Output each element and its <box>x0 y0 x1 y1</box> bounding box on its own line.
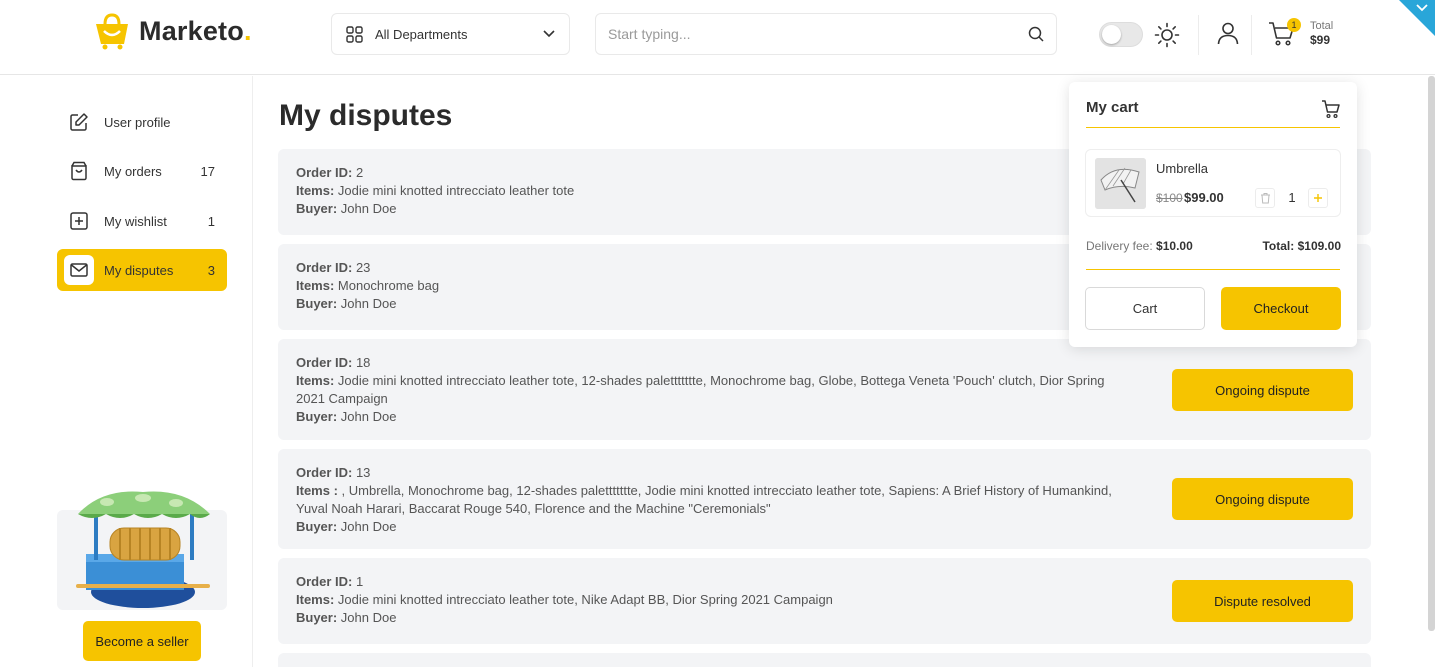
cart-item-quantity: 1 <box>1288 190 1296 205</box>
chevron-down-icon <box>543 30 555 38</box>
mail-icon <box>64 255 94 285</box>
dispute-card: Order ID: 13 Items : , Umbrella, Monochr… <box>278 449 1371 549</box>
toggle-knob <box>1102 25 1121 44</box>
cart-popup-title: My cart <box>1086 99 1139 116</box>
sidebar-item-count: 17 <box>200 163 215 179</box>
plus-square-icon <box>69 211 89 231</box>
cart-count-badge: 1 <box>1287 18 1301 32</box>
shopping-bag-logo-icon <box>96 13 128 50</box>
ongoing-dispute-button[interactable]: Ongoing dispute <box>1172 369 1353 411</box>
search-input[interactable] <box>608 26 1028 42</box>
chevron-down-icon <box>1416 4 1428 12</box>
departments-label: All Departments <box>375 26 468 42</box>
search-icon[interactable] <box>1028 26 1044 42</box>
page-scrollbar[interactable] <box>1428 76 1435 631</box>
sidebar-item-my-orders[interactable]: My orders 17 <box>57 150 227 192</box>
dispute-details: Order ID: 23 Items: Monochrome bag Buyer… <box>296 259 1126 313</box>
cart-grand-total: Total: $109.00 <box>1262 239 1341 253</box>
divider <box>1086 127 1340 128</box>
cart-total[interactable]: Total $99 <box>1310 19 1333 47</box>
page-title: My disputes <box>279 99 453 132</box>
sidebar-item-my-disputes[interactable]: My disputes 3 <box>57 249 227 291</box>
search-bar <box>595 13 1057 55</box>
user-icon[interactable] <box>1216 21 1240 45</box>
page: Marketo. All Departments Start typing...… <box>0 0 1435 667</box>
cart-popup: My cart Umbrella $100 $99.00 1 Delivery … <box>1069 82 1357 347</box>
divider <box>1086 269 1340 270</box>
dispute-details: Order ID: 13 Items : , Umbrella, Monochr… <box>296 464 1126 536</box>
bag-icon <box>69 161 89 181</box>
sidebar-item-my-wishlist[interactable]: My wishlist 1 <box>57 200 227 242</box>
dispute-resolved-button[interactable]: Dispute resolved <box>1172 580 1353 622</box>
sidebar-item-label: My disputes <box>104 262 174 278</box>
items-line: Items: Jodie mini knotted intrecciato le… <box>296 592 833 607</box>
dispute-card: Order ID: 18 Items: Jodie mini knotted i… <box>278 339 1371 440</box>
increase-quantity-button[interactable] <box>1308 188 1328 208</box>
become-seller-button[interactable]: Become a seller <box>83 621 201 661</box>
dispute-card: Order ID: 1 Items: Jodie mini knotted in… <box>278 558 1371 644</box>
grid-icon <box>346 25 363 43</box>
product-thumbnail <box>1095 158 1146 209</box>
sidebar-item-count: 1 <box>207 213 215 229</box>
items-line: Items : , Umbrella, Monochrome bag, 12-s… <box>296 483 1112 516</box>
checkout-button[interactable]: Checkout <box>1221 287 1341 330</box>
remove-item-button[interactable] <box>1255 188 1275 208</box>
items-line: Items: Jodie mini knotted intrecciato le… <box>296 183 575 198</box>
sidebar-item-label: My wishlist <box>104 213 167 229</box>
sidebar-item-label: User profile <box>104 114 171 130</box>
order-id-line: Order ID: 23 <box>296 260 371 275</box>
sidebar-item-count: 3 <box>207 262 215 278</box>
logo[interactable]: Marketo. <box>93 12 252 50</box>
items-line: Items: Monochrome bag <box>296 278 440 293</box>
cart-item: Umbrella $100 $99.00 1 <box>1085 149 1341 217</box>
cart-total-amount: $99 <box>1310 33 1331 47</box>
header-divider <box>1198 15 1199 55</box>
items-line: Items: Jodie mini knotted intrecciato le… <box>296 373 1105 406</box>
header-divider <box>1251 15 1252 55</box>
cart-item-price: $99.00 <box>1184 190 1224 205</box>
cart-item-name[interactable]: Umbrella <box>1156 161 1208 176</box>
cart-total-label: Total <box>1310 20 1334 32</box>
sidebar-item-label: My orders <box>104 163 162 179</box>
cart-fees: Delivery fee: $10.00 Total: $109.00 <box>1086 239 1341 253</box>
view-cart-button[interactable]: Cart <box>1085 287 1205 330</box>
cart-icon <box>1322 100 1340 119</box>
dispute-details: Order ID: 18 Items: Jodie mini knotted i… <box>296 354 1126 426</box>
order-id-line: Order ID: 2 <box>296 165 364 180</box>
delivery-fee: Delivery fee: $10.00 <box>1086 239 1193 253</box>
plus-icon <box>1314 194 1322 202</box>
umbrella-image <box>1095 158 1146 209</box>
dispute-details: Order ID: 1 Items: Jodie mini knotted in… <box>296 573 1126 627</box>
order-id-line: Order ID: 1 <box>296 574 364 589</box>
sun-icon[interactable] <box>1154 22 1180 48</box>
buyer-line: Buyer: John Doe <box>296 296 397 311</box>
order-id-line: Order ID: 13 <box>296 465 371 480</box>
dispute-card <box>278 653 1371 667</box>
departments-dropdown[interactable]: All Departments <box>331 13 570 55</box>
dispute-details: Order ID: 2 Items: Jodie mini knotted in… <box>296 164 1126 218</box>
trash-icon <box>1260 193 1270 204</box>
header: Marketo. All Departments Start typing...… <box>0 0 1435 75</box>
market-stall-illustration <box>76 491 210 608</box>
logo-text: Marketo. <box>139 15 252 46</box>
cart-item-old-price: $100 <box>1156 191 1183 205</box>
buyer-line: Buyer: John Doe <box>296 610 397 625</box>
buyer-line: Buyer: John Doe <box>296 519 397 534</box>
edit-icon <box>69 112 89 132</box>
ongoing-dispute-button[interactable]: Ongoing dispute <box>1172 478 1353 520</box>
theme-toggle[interactable] <box>1099 22 1143 47</box>
order-id-line: Order ID: 18 <box>296 355 371 370</box>
sidebar-item-user-profile[interactable]: User profile <box>57 101 227 143</box>
buyer-line: Buyer: John Doe <box>296 409 397 424</box>
buyer-line: Buyer: John Doe <box>296 201 397 216</box>
